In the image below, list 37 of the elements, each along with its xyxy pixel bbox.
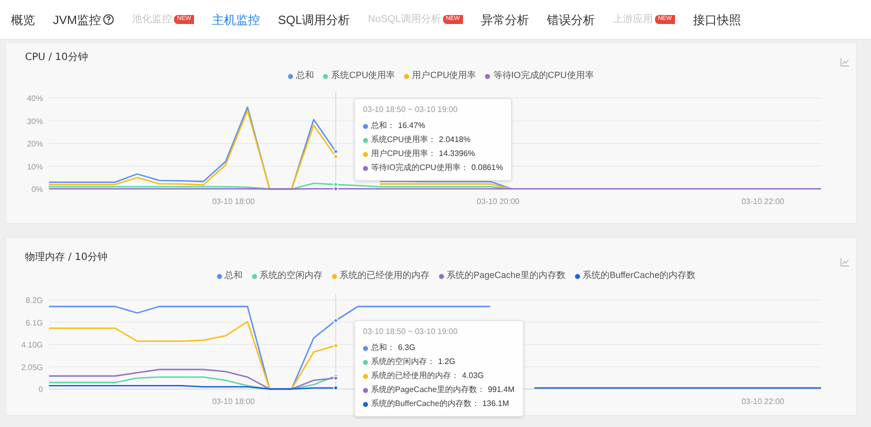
axis-label: 2.05G bbox=[21, 362, 43, 372]
tooltip-value: 16.47% bbox=[398, 120, 426, 132]
tooltip-label: 总和： bbox=[371, 120, 395, 132]
tooltip-value: 6.3G bbox=[398, 342, 416, 354]
axis-label: 0 bbox=[38, 385, 43, 394]
axis-label: 03-10 22:00 bbox=[741, 397, 784, 406]
axis-label: 30% bbox=[26, 116, 43, 126]
tooltip-title: 03-10 18:50 ~ 03-10 19:00 bbox=[363, 104, 459, 116]
tooltip-label: 总和： bbox=[371, 342, 395, 354]
tooltip-value: 4.03G bbox=[462, 370, 484, 382]
axis-label: 03-10 20:00 bbox=[476, 197, 520, 206]
axis-label: 40% bbox=[26, 94, 43, 103]
axis-label: 03-10 22:00 bbox=[741, 197, 784, 206]
tooltip-label: 系统的BufferCache的内存数： bbox=[371, 398, 480, 410]
tooltip-label: 等待IO完成的CPU使用率： bbox=[371, 162, 468, 174]
tooltip-label: 系统的空闲内存： bbox=[371, 356, 435, 368]
tooltip-value: 136.1M bbox=[482, 398, 510, 410]
tooltip-value: 991.4M bbox=[488, 384, 514, 396]
tooltip-title: 03-10 18:50 ~ 03-10 19:00 bbox=[363, 326, 459, 338]
tooltip-label: 用户CPU使用率： bbox=[371, 148, 436, 160]
axis-label: 6.1G bbox=[26, 318, 43, 328]
tooltip-label: 系统的PageCache里的内存数： bbox=[371, 384, 485, 396]
tooltip-label: 系统的已经使用的内存： bbox=[371, 370, 459, 382]
axis-label: 03-10 18:00 bbox=[212, 397, 255, 406]
tooltip-value: 14.3396% bbox=[438, 148, 475, 160]
tooltip-value: 2.0418% bbox=[438, 134, 470, 146]
axis-label: 4.10G bbox=[21, 340, 43, 350]
axis-label: 0% bbox=[31, 185, 43, 194]
axis-label: 03-10 18:00 bbox=[212, 197, 255, 206]
axis-label: 20% bbox=[26, 140, 43, 148]
axis-label: 8.2G bbox=[26, 296, 43, 305]
tooltip-value: 0.0861% bbox=[471, 162, 503, 174]
panel-title: CPU / 10分钟 bbox=[25, 50, 88, 65]
tooltip-label: 系统CPU使用率： bbox=[371, 134, 436, 146]
panel-title: 物理内存 / 10分钟 bbox=[25, 250, 108, 265]
axis-label: 10% bbox=[26, 162, 43, 172]
tooltip-value: 1.2G bbox=[438, 356, 456, 368]
